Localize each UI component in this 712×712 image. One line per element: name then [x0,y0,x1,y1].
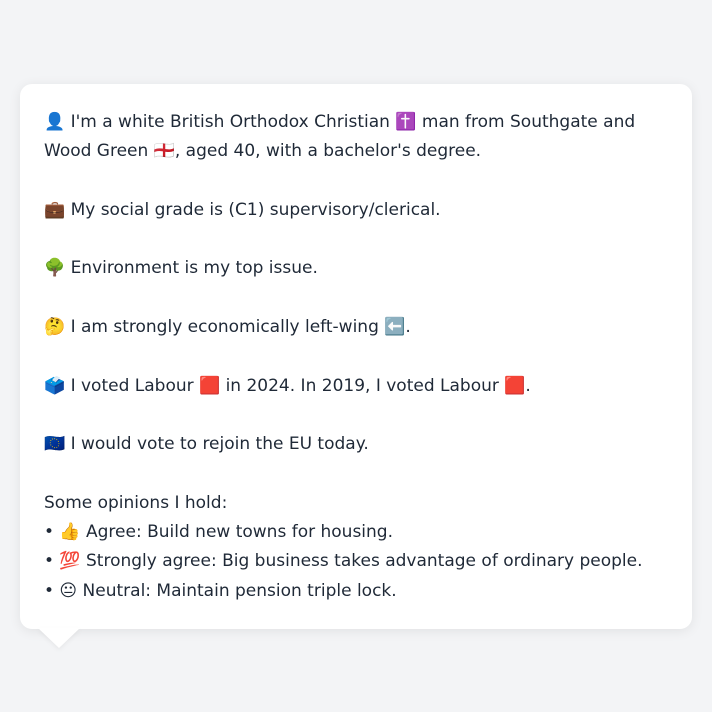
economic-position-line: 🤔 I am strongly economically left-wing ⬅… [44,317,411,338]
opinions-heading: Some opinions I hold: [44,492,228,513]
top-issue-line: 🌳 Environment is my top issue. [44,258,318,279]
profile-message-bubble: 👤 I'm a white British Orthodox Christian… [20,84,692,629]
opinion-item: • 💯 Strongly agree: Big business takes a… [44,551,643,572]
opinion-item: • 😐 Neutral: Maintain pension triple loc… [44,580,397,601]
social-grade-line: 💼 My social grade is (C1) supervisory/cl… [44,199,441,220]
voting-history-line: 🗳️ I voted Labour 🟥 in 2024. In 2019, I … [44,375,531,396]
bubble-tail [38,628,80,648]
identity-line: 👤 I'm a white British Orthodox Christian… [44,112,636,162]
opinion-item: • 👍 Agree: Build new towns for housing. [44,522,393,543]
profile-text: 👤 I'm a white British Orthodox Christian… [44,108,668,606]
eu-position-line: 🇪🇺 I would vote to rejoin the EU today. [44,434,369,455]
